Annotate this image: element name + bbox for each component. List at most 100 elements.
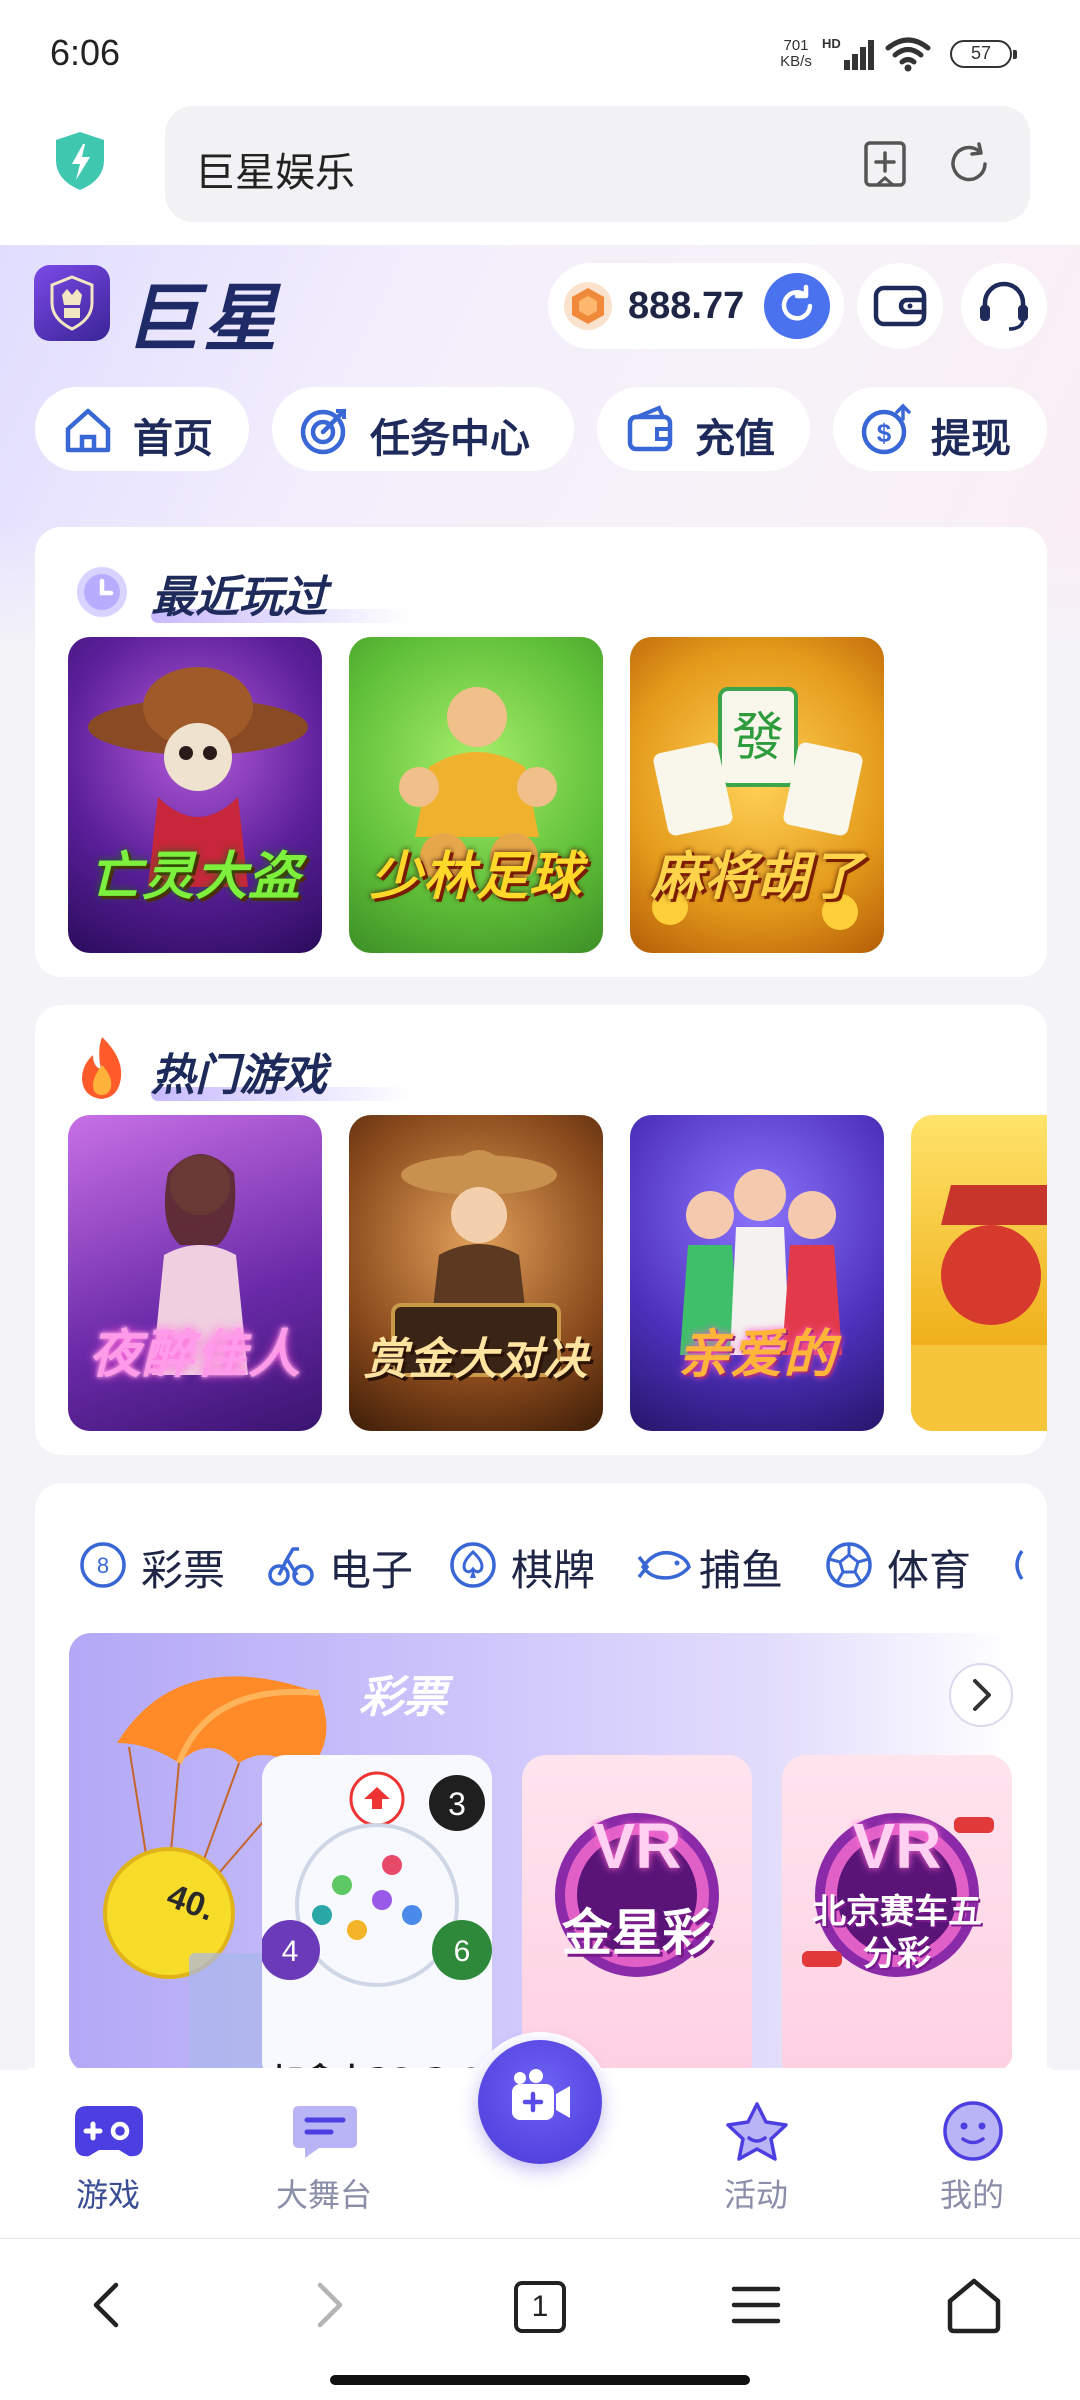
game-title: 赏金大对决 xyxy=(363,1334,589,1385)
tab-label: 游戏 xyxy=(75,2176,140,2214)
svg-text:發: 發 xyxy=(732,708,784,768)
lottery-card[interactable]: VR 金星彩 xyxy=(522,1755,752,2070)
category-label: 电子 xyxy=(329,1546,414,1595)
lottery-banner: 40. 彩票 3 4 6 VR 金星彩 VR 北京赛车五分彩 xyxy=(69,1633,1013,2070)
game-title: 夜醉佳人 xyxy=(88,1325,301,1385)
game-art xyxy=(911,1185,1047,1431)
recent-games-card: 最近玩过 亡灵大盗 少林足球 發 麻将胡了 xyxy=(35,527,1047,977)
nav-recharge-button[interactable]: 充值 xyxy=(597,387,810,471)
reload-icon[interactable] xyxy=(945,140,993,188)
nav-tasks-label: 任务中心 xyxy=(370,416,530,462)
game-title: 亡灵大盗 xyxy=(88,847,301,907)
nav-recharge-label: 充值 xyxy=(695,416,775,462)
address-text: 巨星娱乐 xyxy=(195,150,355,196)
home-icon[interactable] xyxy=(944,2275,1004,2335)
browser-toolbar: 巨星娱乐 xyxy=(0,100,1080,245)
lottery-card[interactable]: 3 4 6 加拿大28-2.0 xyxy=(262,1755,492,2070)
bicycle-icon xyxy=(268,1547,314,1586)
category-label: 棋牌 xyxy=(511,1546,596,1595)
svg-text:3: 3 xyxy=(448,1786,466,1822)
category-label: 捕鱼 xyxy=(699,1546,784,1595)
tab-games[interactable]: 游戏 xyxy=(28,2100,188,2230)
recharge-wallet-icon xyxy=(627,405,673,452)
security-shield-icon[interactable] xyxy=(52,130,108,192)
tab-label: 活动 xyxy=(723,2176,788,2214)
target-icon xyxy=(300,408,347,455)
network-speed: 701 KB/s xyxy=(775,38,817,70)
svg-text:6: 6 xyxy=(454,1935,471,1968)
gamepad-icon xyxy=(75,2106,143,2157)
category-tab-lottery[interactable]: 8 彩票 xyxy=(79,1533,229,1595)
game-tile[interactable]: 亡灵大盗 xyxy=(68,637,322,953)
nav-home-label: 首页 xyxy=(133,416,213,462)
category-tab-cards[interactable]: 棋牌 xyxy=(449,1533,599,1595)
hot-games-title: 热门游戏 xyxy=(151,1050,327,1101)
address-bar[interactable]: 巨星娱乐 xyxy=(165,106,1030,222)
hot-games-card: 热门游戏 夜醉佳人 赏金大对决 亲爱的 xyxy=(35,1005,1047,1455)
app-page: 巨星 888.77 首页 任务中心 充值 $ 提现 最近玩过 亡灵大盗 少林足球… xyxy=(0,245,1080,2070)
lottery-card-art: 3 4 6 xyxy=(262,1771,492,1987)
menu-icon[interactable] xyxy=(728,2275,784,2335)
soccer-ball-icon xyxy=(826,1542,872,1588)
network-speed-unit: KB/s xyxy=(780,53,812,70)
lottery-card-name: 北京赛车五分彩 xyxy=(812,1892,982,1974)
nav-tasks-button[interactable]: 任务中心 xyxy=(272,387,574,471)
brand-logo-text: 巨星 xyxy=(125,276,281,362)
home-icon xyxy=(65,408,111,453)
bottom-tab-bar: 游戏 大舞台 活动 我的 xyxy=(0,2032,1080,2238)
tab-label: 我的 xyxy=(939,2176,1004,2214)
game-title: 亲爱的 xyxy=(677,1325,837,1385)
poker-spade-icon xyxy=(450,1542,496,1588)
wallet-button[interactable] xyxy=(857,263,943,349)
recent-games-title: 最近玩过 xyxy=(151,572,327,623)
fish-icon xyxy=(637,1551,691,1580)
nav-withdraw-button[interactable]: $ 提现 xyxy=(833,387,1047,471)
wallet-icon xyxy=(873,285,927,327)
status-time: 6:06 xyxy=(50,32,121,73)
svg-text:$: $ xyxy=(877,418,892,448)
game-tile[interactable] xyxy=(911,1115,1047,1431)
game-tile[interactable]: 少林足球 xyxy=(349,637,603,953)
clock-icon xyxy=(77,567,127,617)
category-tab-electronic[interactable]: 电子 xyxy=(267,1533,417,1595)
game-tile[interactable]: 夜醉佳人 xyxy=(68,1115,322,1431)
balance-value: 888.77 xyxy=(628,285,745,327)
brand-logo-icon xyxy=(34,265,110,341)
battery-indicator: 57 xyxy=(950,40,1017,68)
video-camera-icon xyxy=(512,2069,570,2120)
signal-icon: HD xyxy=(822,36,874,70)
lottery-ball-icon: 8 xyxy=(80,1542,126,1588)
game-tile[interactable]: 發 麻将胡了 xyxy=(630,637,884,953)
game-title: 麻将胡了 xyxy=(650,847,863,907)
wifi-icon xyxy=(885,37,931,72)
category-tab-fishing[interactable]: 捕鱼 xyxy=(637,1533,787,1595)
tab-stage[interactable]: 大舞台 xyxy=(244,2100,404,2230)
customer-support-button[interactable] xyxy=(961,263,1047,349)
browser-navigation-bar: 1 xyxy=(0,2238,1080,2400)
refresh-balance-button[interactable] xyxy=(764,273,830,339)
refresh-icon xyxy=(781,284,813,321)
lottery-card-name: 金星彩 xyxy=(562,1904,712,1962)
game-tile[interactable]: 亲爱的 xyxy=(630,1115,884,1431)
lottery-more-button[interactable] xyxy=(949,1663,1013,1727)
withdraw-coin-icon: $ xyxy=(861,403,911,455)
tabs-count-button[interactable]: 1 xyxy=(514,2281,566,2333)
nav-home-button[interactable]: 首页 xyxy=(35,387,249,471)
star-icon xyxy=(726,2102,788,2161)
home-indicator[interactable] xyxy=(330,2375,750,2385)
tab-label: 大舞台 xyxy=(275,2176,372,2214)
smiley-face-icon xyxy=(943,2101,1003,2161)
back-icon[interactable] xyxy=(80,2275,136,2335)
live-video-button[interactable] xyxy=(478,2040,602,2164)
more-categories-icon[interactable] xyxy=(1008,1549,1047,1581)
tab-activities[interactable]: 活动 xyxy=(676,2100,836,2230)
flame-icon xyxy=(82,1037,122,1099)
forward-icon[interactable] xyxy=(300,2275,356,2335)
bookmark-add-icon[interactable] xyxy=(863,140,907,188)
lottery-card[interactable]: VR 北京赛车五分彩 xyxy=(782,1755,1012,2070)
lottery-card-brand: VR xyxy=(592,1810,682,1882)
tab-profile[interactable]: 我的 xyxy=(892,2100,1052,2230)
category-tab-sports[interactable]: 体育 xyxy=(825,1533,975,1595)
svg-text:8: 8 xyxy=(97,1553,109,1578)
game-tile[interactable]: 赏金大对决 xyxy=(349,1115,603,1431)
